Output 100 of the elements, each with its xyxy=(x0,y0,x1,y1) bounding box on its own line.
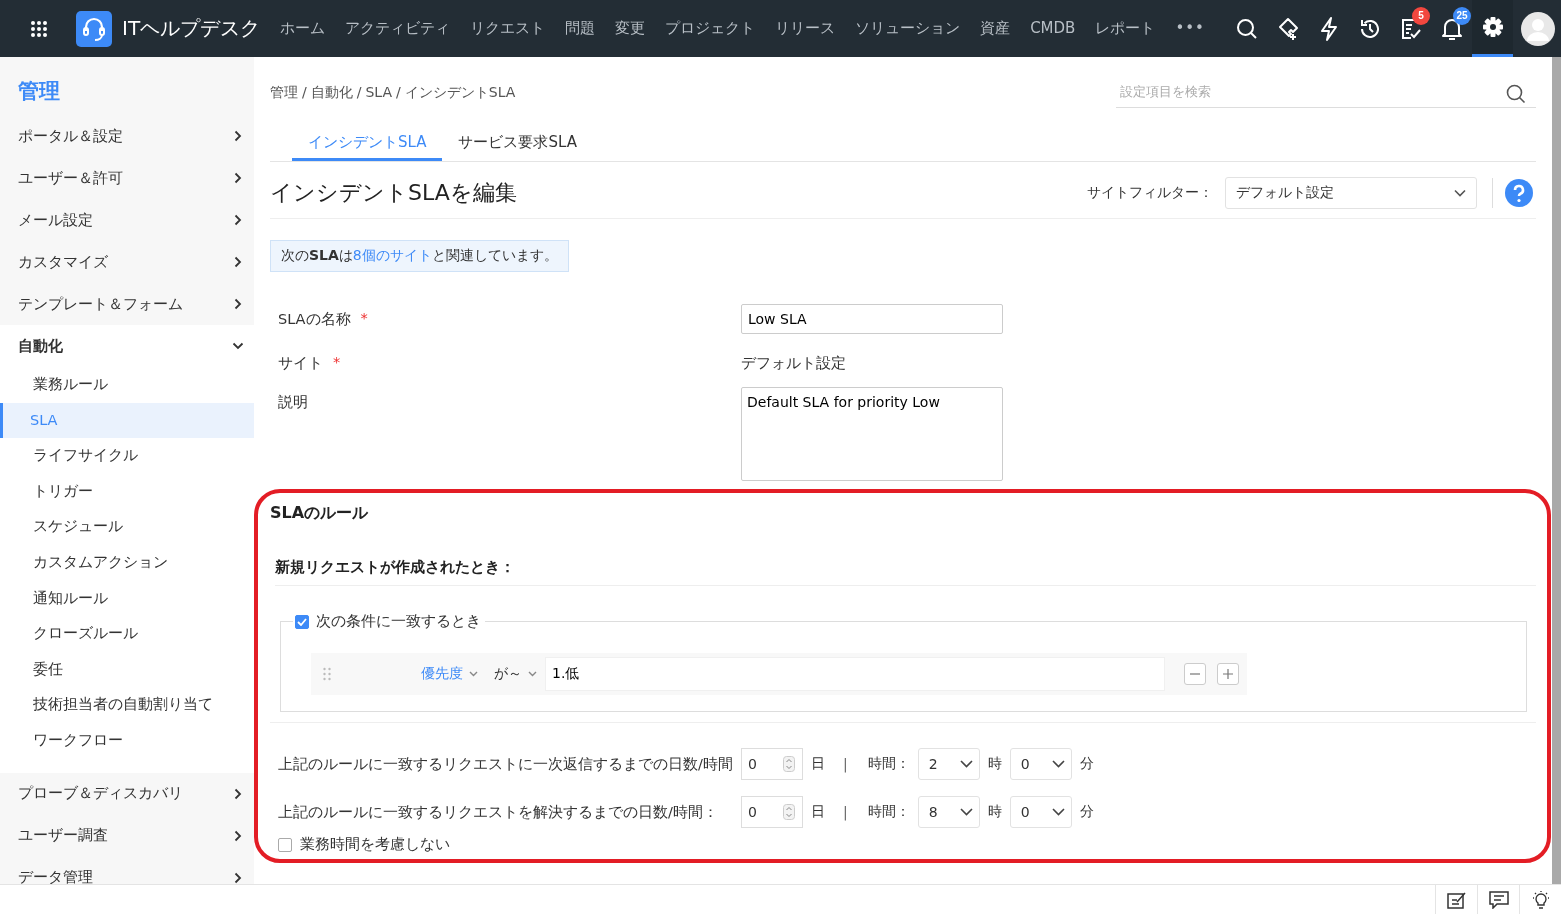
nav-link[interactable]: ソリューション xyxy=(845,19,971,38)
separator: | xyxy=(843,804,848,820)
breadcrumb-separator: / xyxy=(356,84,362,102)
days-spinner[interactable]: 0 xyxy=(741,748,803,780)
page-heading: インシデントSLAを編集 xyxy=(270,179,518,207)
section-title: SLAのルール xyxy=(270,503,370,524)
section-subtitle: 新規リクエストが作成されたとき： xyxy=(275,558,1536,586)
apps-grid-icon[interactable] xyxy=(30,19,48,38)
nav-link[interactable]: 変更 xyxy=(605,19,656,38)
breadcrumb-link[interactable]: 自動化 xyxy=(310,84,353,102)
unit-label: 時 xyxy=(987,755,1002,773)
sidebar-subitem[interactable]: 業務ルール xyxy=(0,367,254,403)
sidebar-item[interactable]: ポータル＆設定 xyxy=(0,115,254,157)
operator-picker[interactable]: が～ xyxy=(486,665,545,683)
chevron-down-icon xyxy=(959,760,973,768)
sidebar-subitem[interactable]: スケジュール xyxy=(0,509,254,545)
breadcrumb-link[interactable]: SLA xyxy=(365,84,393,102)
tasks-button[interactable]: 5 xyxy=(1390,0,1431,57)
site-filter-dropdown[interactable]: デフォルト設定 xyxy=(1225,177,1477,209)
sidebar-subitem[interactable]: 通知ルール xyxy=(0,580,254,617)
breadcrumb-link[interactable]: インシデントSLA xyxy=(404,84,516,102)
breadcrumb-separator: / xyxy=(302,84,307,102)
nav-link[interactable]: CMDB xyxy=(1020,19,1086,38)
checkbox-label: 次の条件に一致するとき xyxy=(316,612,481,631)
tab[interactable]: サービス要求SLA xyxy=(442,127,593,161)
site-value: デフォルト設定 xyxy=(741,354,847,373)
chevron-icon xyxy=(234,787,242,800)
field-label: SLAの名称 xyxy=(278,310,351,329)
sidebar-subitem[interactable]: 委任 xyxy=(0,651,254,688)
nav-link[interactable]: プロジェクト xyxy=(655,19,766,38)
count-badge: 5 xyxy=(1412,7,1430,25)
spinner-arrows-icon xyxy=(783,804,795,820)
sidebar-subitem[interactable]: クローズルール xyxy=(0,616,254,652)
sidebar-item[interactable]: ユーザー＆許可 xyxy=(0,157,254,199)
chevron-down-icon xyxy=(1051,760,1065,768)
chevron-icon xyxy=(234,298,242,310)
sidebar-subitem[interactable]: カスタムアクション xyxy=(0,544,254,581)
checkbox[interactable] xyxy=(278,837,292,852)
search-icon xyxy=(1235,17,1258,40)
sidebar-subitem[interactable]: 技術担当者の自動割り当て xyxy=(0,687,254,723)
field-label: サイト xyxy=(278,354,323,373)
chevron-icon xyxy=(234,871,242,884)
chevron-icon xyxy=(234,172,242,184)
unit-label: 日 xyxy=(811,755,825,773)
sidebar-item[interactable]: メール設定 xyxy=(0,199,254,241)
minutes-dropdown[interactable]: 0 xyxy=(1009,796,1072,828)
more-menu[interactable]: ••• xyxy=(1165,19,1215,38)
chevron-down-icon xyxy=(1051,808,1065,816)
sidebar-subitem[interactable]: ライフサイクル xyxy=(0,438,254,474)
chevron-down-icon xyxy=(469,671,478,677)
unit-label: 時 xyxy=(987,803,1002,821)
drag-handle-icon[interactable] xyxy=(323,667,331,681)
tab[interactable]: インシデントSLA xyxy=(292,127,443,161)
nav-link[interactable]: リクエスト xyxy=(460,19,556,38)
scrollbar[interactable] xyxy=(1552,57,1561,885)
nav-link[interactable]: 問題 xyxy=(555,19,606,38)
settings-button[interactable] xyxy=(1472,0,1513,57)
chevron-icon xyxy=(234,829,242,842)
timing-label: 上記のルールに一致するリクエストに一次返信するまでの日数/時間 xyxy=(278,754,734,774)
nav-link[interactable]: アクティビティ xyxy=(335,19,461,38)
avatar-icon[interactable] xyxy=(1521,11,1555,46)
count-badge: 25 xyxy=(1453,7,1471,25)
sidebar-item[interactable]: プローブ＆ディスカバリ xyxy=(0,772,254,815)
hours-dropdown[interactable]: 8 xyxy=(917,796,980,828)
checkbox-label: 業務時間を考慮しない xyxy=(300,835,450,854)
sidebar-item[interactable]: データ管理 xyxy=(0,856,254,885)
plus-icon xyxy=(1223,669,1233,679)
chevron-icon xyxy=(234,214,242,226)
unit-label: 分 xyxy=(1079,755,1094,773)
days-spinner[interactable]: 0 xyxy=(741,796,803,828)
nav-link[interactable]: 資産 xyxy=(970,19,1021,38)
sidebar-subitem[interactable]: トリガー xyxy=(0,473,254,510)
help-button[interactable] xyxy=(1505,179,1533,207)
unit-label: 日 xyxy=(811,803,825,821)
nav-link[interactable]: ホーム xyxy=(270,19,336,38)
name-field[interactable]: Low SLA xyxy=(741,304,1003,334)
history-icon xyxy=(1358,17,1381,40)
checklist-icon xyxy=(1399,17,1422,40)
description-field[interactable]: Default SLA for priority Low xyxy=(741,387,1003,481)
search-icon xyxy=(1506,84,1526,104)
note-text: と関連しています。 xyxy=(431,247,558,265)
sidebar-item[interactable]: ユーザー調査 xyxy=(0,814,254,857)
sidebar-subitem[interactable]: ワークフロー xyxy=(0,722,254,759)
nav-link[interactable]: リリース xyxy=(765,19,846,38)
hours-label: 時間： xyxy=(867,803,910,821)
site-filter-label: サイトフィルター： xyxy=(1087,184,1213,202)
breadcrumb-link[interactable]: 管理 xyxy=(270,84,298,102)
sidebar-item[interactable]: カスタマイズ xyxy=(0,241,254,283)
lightbulb-icon xyxy=(1530,889,1551,910)
chevron-down-icon xyxy=(1454,189,1466,197)
minutes-dropdown[interactable]: 0 xyxy=(1009,748,1072,780)
criteria-value-field[interactable]: 1.低 xyxy=(545,657,1165,691)
required-mark: * xyxy=(333,354,341,372)
checkbox[interactable] xyxy=(295,614,309,629)
hours-dropdown[interactable]: 2 xyxy=(917,748,980,780)
question-icon xyxy=(1505,179,1533,207)
sidebar-item[interactable]: テンプレート＆フォーム xyxy=(0,283,254,325)
nav-link[interactable]: レポート xyxy=(1085,19,1166,38)
note-text: 次のSLAは xyxy=(281,247,353,265)
sidebar-item[interactable]: 自動化 xyxy=(0,325,254,367)
